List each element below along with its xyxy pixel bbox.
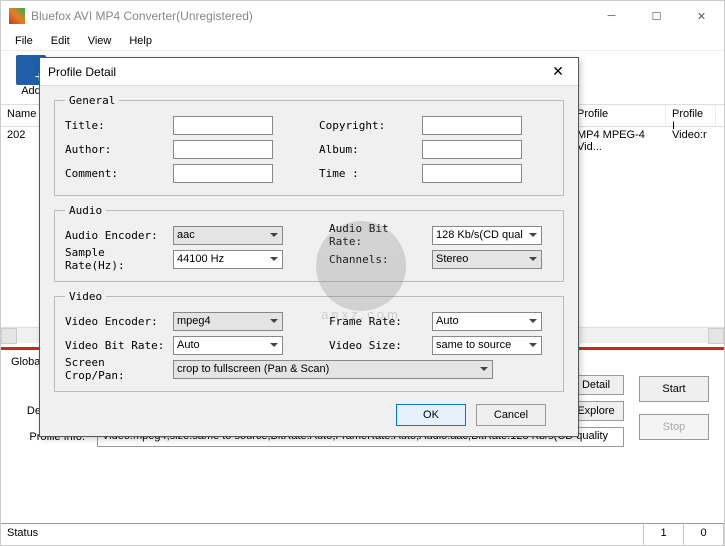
audio-bitrate-select[interactable]: 128 Kb/s(CD qual <box>432 226 542 245</box>
video-group: Video Video Encoder: mpeg4 Frame Rate: A… <box>54 290 564 392</box>
start-button[interactable]: Start <box>639 376 709 402</box>
video-size-label: Video Size: <box>329 339 424 352</box>
crop-label: Screen Crop/Pan: <box>65 356 165 382</box>
comment-label: Comment: <box>65 167 165 180</box>
status-count-2: 0 <box>684 524 724 545</box>
cell-profile: MP4 MPEG-4 Vid... <box>571 127 666 147</box>
scroll-right-icon[interactable] <box>708 328 724 344</box>
audio-legend: Audio <box>65 204 106 217</box>
titlebar: Bluefox AVI MP4 Converter(Unregistered) … <box>1 1 724 31</box>
menubar: File Edit View Help <box>1 31 724 51</box>
audio-group: Audio Audio Encoder: aac Audio Bit Rate:… <box>54 204 564 282</box>
video-encoder-label: Video Encoder: <box>65 315 165 328</box>
menu-file[interactable]: File <box>7 33 41 49</box>
app-icon <box>9 8 25 24</box>
stop-button[interactable]: Stop <box>639 414 709 440</box>
title-input[interactable] <box>173 116 273 135</box>
author-input[interactable] <box>173 140 273 159</box>
video-bitrate-select[interactable]: Auto <box>173 336 283 355</box>
audio-encoder-label: Audio Encoder: <box>65 229 165 242</box>
frame-rate-select[interactable]: Auto <box>432 312 542 331</box>
video-legend: Video <box>65 290 106 303</box>
col-profile-info[interactable]: Profile I <box>666 105 716 126</box>
video-size-select[interactable]: same to source <box>432 336 542 355</box>
window-title: Bluefox AVI MP4 Converter(Unregistered) <box>31 9 589 23</box>
copyright-label: Copyright: <box>319 119 414 132</box>
copyright-input[interactable] <box>422 116 522 135</box>
video-bitrate-label: Video Bit Rate: <box>65 339 165 352</box>
audio-encoder-select[interactable]: aac <box>173 226 283 245</box>
statusbar: Status 1 0 <box>1 523 724 545</box>
cancel-button[interactable]: Cancel <box>476 404 546 426</box>
channels-label: Channels: <box>329 253 424 266</box>
status-count-1: 1 <box>644 524 684 545</box>
sample-rate-select[interactable]: 44100 Hz <box>173 250 283 269</box>
menu-help[interactable]: Help <box>121 33 160 49</box>
comment-input[interactable] <box>173 164 273 183</box>
dialog-close-button[interactable]: ✕ <box>546 63 570 80</box>
frame-rate-label: Frame Rate: <box>329 315 424 328</box>
album-label: Album: <box>319 143 414 156</box>
general-legend: General <box>65 94 119 107</box>
dialog-title: Profile Detail <box>48 65 546 79</box>
crop-select[interactable]: crop to fullscreen (Pan & Scan) <box>173 360 493 379</box>
status-label: Status <box>1 524 644 545</box>
audio-bitrate-label: Audio Bit Rate: <box>329 222 424 248</box>
sample-rate-label: Sample Rate(Hz): <box>65 246 165 272</box>
menu-edit[interactable]: Edit <box>43 33 78 49</box>
album-input[interactable] <box>422 140 522 159</box>
minimize-button[interactable]: ─ <box>589 1 634 31</box>
author-label: Author: <box>65 143 165 156</box>
general-group: General Title: Copyright: Author: Album:… <box>54 94 564 196</box>
ok-button[interactable]: OK <box>396 404 466 426</box>
scroll-left-icon[interactable] <box>1 328 17 344</box>
channels-select[interactable]: Stereo <box>432 250 542 269</box>
dialog-titlebar[interactable]: Profile Detail ✕ <box>40 58 578 86</box>
col-profile[interactable]: Profile <box>571 105 666 126</box>
time-label: Time : <box>319 167 414 180</box>
menu-view[interactable]: View <box>80 33 120 49</box>
close-button[interactable]: ✕ <box>679 1 724 31</box>
time-input[interactable] <box>422 164 522 183</box>
cell-pi: Video:r <box>666 127 716 147</box>
profile-detail-dialog: Profile Detail ✕ General Title: Copyrigh… <box>39 57 579 437</box>
video-encoder-select[interactable]: mpeg4 <box>173 312 283 331</box>
maximize-button[interactable]: ☐ <box>634 1 679 31</box>
title-label: Title: <box>65 119 165 132</box>
